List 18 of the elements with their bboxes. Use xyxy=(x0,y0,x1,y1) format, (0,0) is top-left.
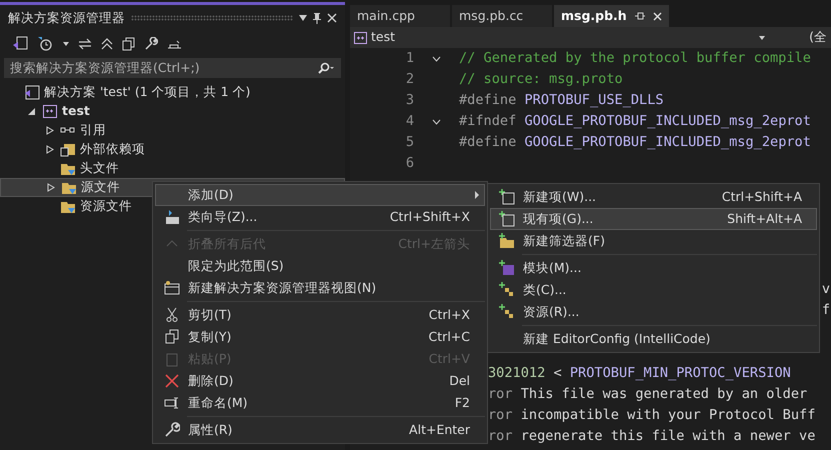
code-line: #define GOOGLE_PROTOBUF_INCLUDED_msg_2eprot xyxy=(459,133,811,152)
code-line: #define PROTOBUF_USE_DLLS xyxy=(459,91,664,110)
code-line: ror This file was generated by an older xyxy=(488,385,808,404)
code-line: ror regenerate this file with a newer ve xyxy=(488,427,816,446)
line-number: 6 xyxy=(404,154,414,174)
line-number: 5 xyxy=(404,133,414,152)
line-number: 1 xyxy=(404,49,414,68)
code-line: // source: msg.proto xyxy=(459,70,623,90)
code-line: v xyxy=(822,280,830,300)
line-number: 2 xyxy=(404,70,414,90)
code-line: ror incompatible with your Protocol Buff xyxy=(488,406,816,426)
line-number: 3 xyxy=(404,91,414,110)
code-line: f xyxy=(822,301,830,320)
code-line: // Generated by the protocol buffer compile xyxy=(459,49,811,68)
code-line: #ifndef GOOGLE_PROTOBUF_INCLUDED_msg_2eprot xyxy=(459,112,811,132)
code-line: 3021012 < PROTOBUF_MIN_PROTOC_VERSION xyxy=(488,364,791,384)
line-number: 4 xyxy=(404,112,414,132)
panel-title: 解决方案资源管理器 xyxy=(8,8,125,27)
